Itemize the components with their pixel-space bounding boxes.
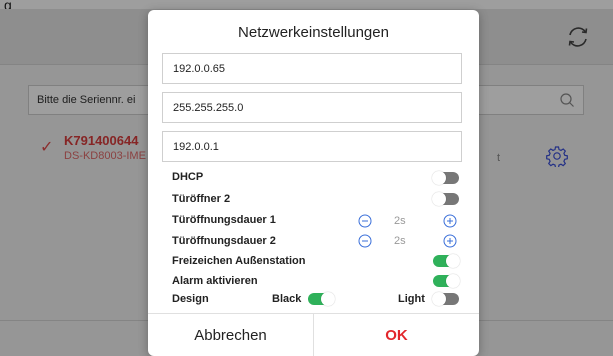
design-light-toggle[interactable] xyxy=(432,292,459,306)
alarm-label: Alarm aktivieren xyxy=(172,275,258,287)
minus-circle-icon[interactable] xyxy=(358,214,372,228)
alarm-toggle[interactable] xyxy=(433,274,460,288)
ok-button[interactable]: OK xyxy=(314,314,479,356)
design-black-toggle[interactable] xyxy=(308,292,335,306)
door-opener-2-toggle[interactable] xyxy=(432,192,459,206)
design-black-label: Black xyxy=(272,293,302,305)
door-opener-2-label: Türöffner 2 xyxy=(172,193,231,205)
minus-circle-icon[interactable] xyxy=(358,234,372,248)
dhcp-toggle[interactable] xyxy=(432,171,459,185)
dialog-actions: Abbrechen OK xyxy=(148,313,479,356)
door-duration-1-label: Türöffnungsdauer 1 xyxy=(172,214,276,226)
door-duration-1-value: 2s xyxy=(394,215,406,227)
network-settings-dialog: Netzwerkeinstellungen 192.0.0.65 255.255… xyxy=(148,10,479,356)
gateway-input[interactable]: 192.0.0.1 xyxy=(162,131,462,162)
ip-address-input[interactable]: 192.0.0.65 xyxy=(162,53,462,84)
door-duration-2-value: 2s xyxy=(394,235,406,247)
design-light-label: Light xyxy=(398,293,425,305)
plus-circle-icon[interactable] xyxy=(443,214,457,228)
dhcp-label: DHCP xyxy=(172,171,204,183)
dialog-title: Netzwerkeinstellungen xyxy=(238,24,389,41)
cancel-button[interactable]: Abbrechen xyxy=(148,314,313,356)
free-tone-toggle[interactable] xyxy=(433,254,460,268)
door-duration-2-label: Türöffnungsdauer 2 xyxy=(172,235,276,247)
free-tone-label: Freizeichen Außenstation xyxy=(172,255,306,267)
subnet-mask-input[interactable]: 255.255.255.0 xyxy=(162,92,462,123)
plus-circle-icon[interactable] xyxy=(443,234,457,248)
design-label: Design xyxy=(172,293,209,305)
